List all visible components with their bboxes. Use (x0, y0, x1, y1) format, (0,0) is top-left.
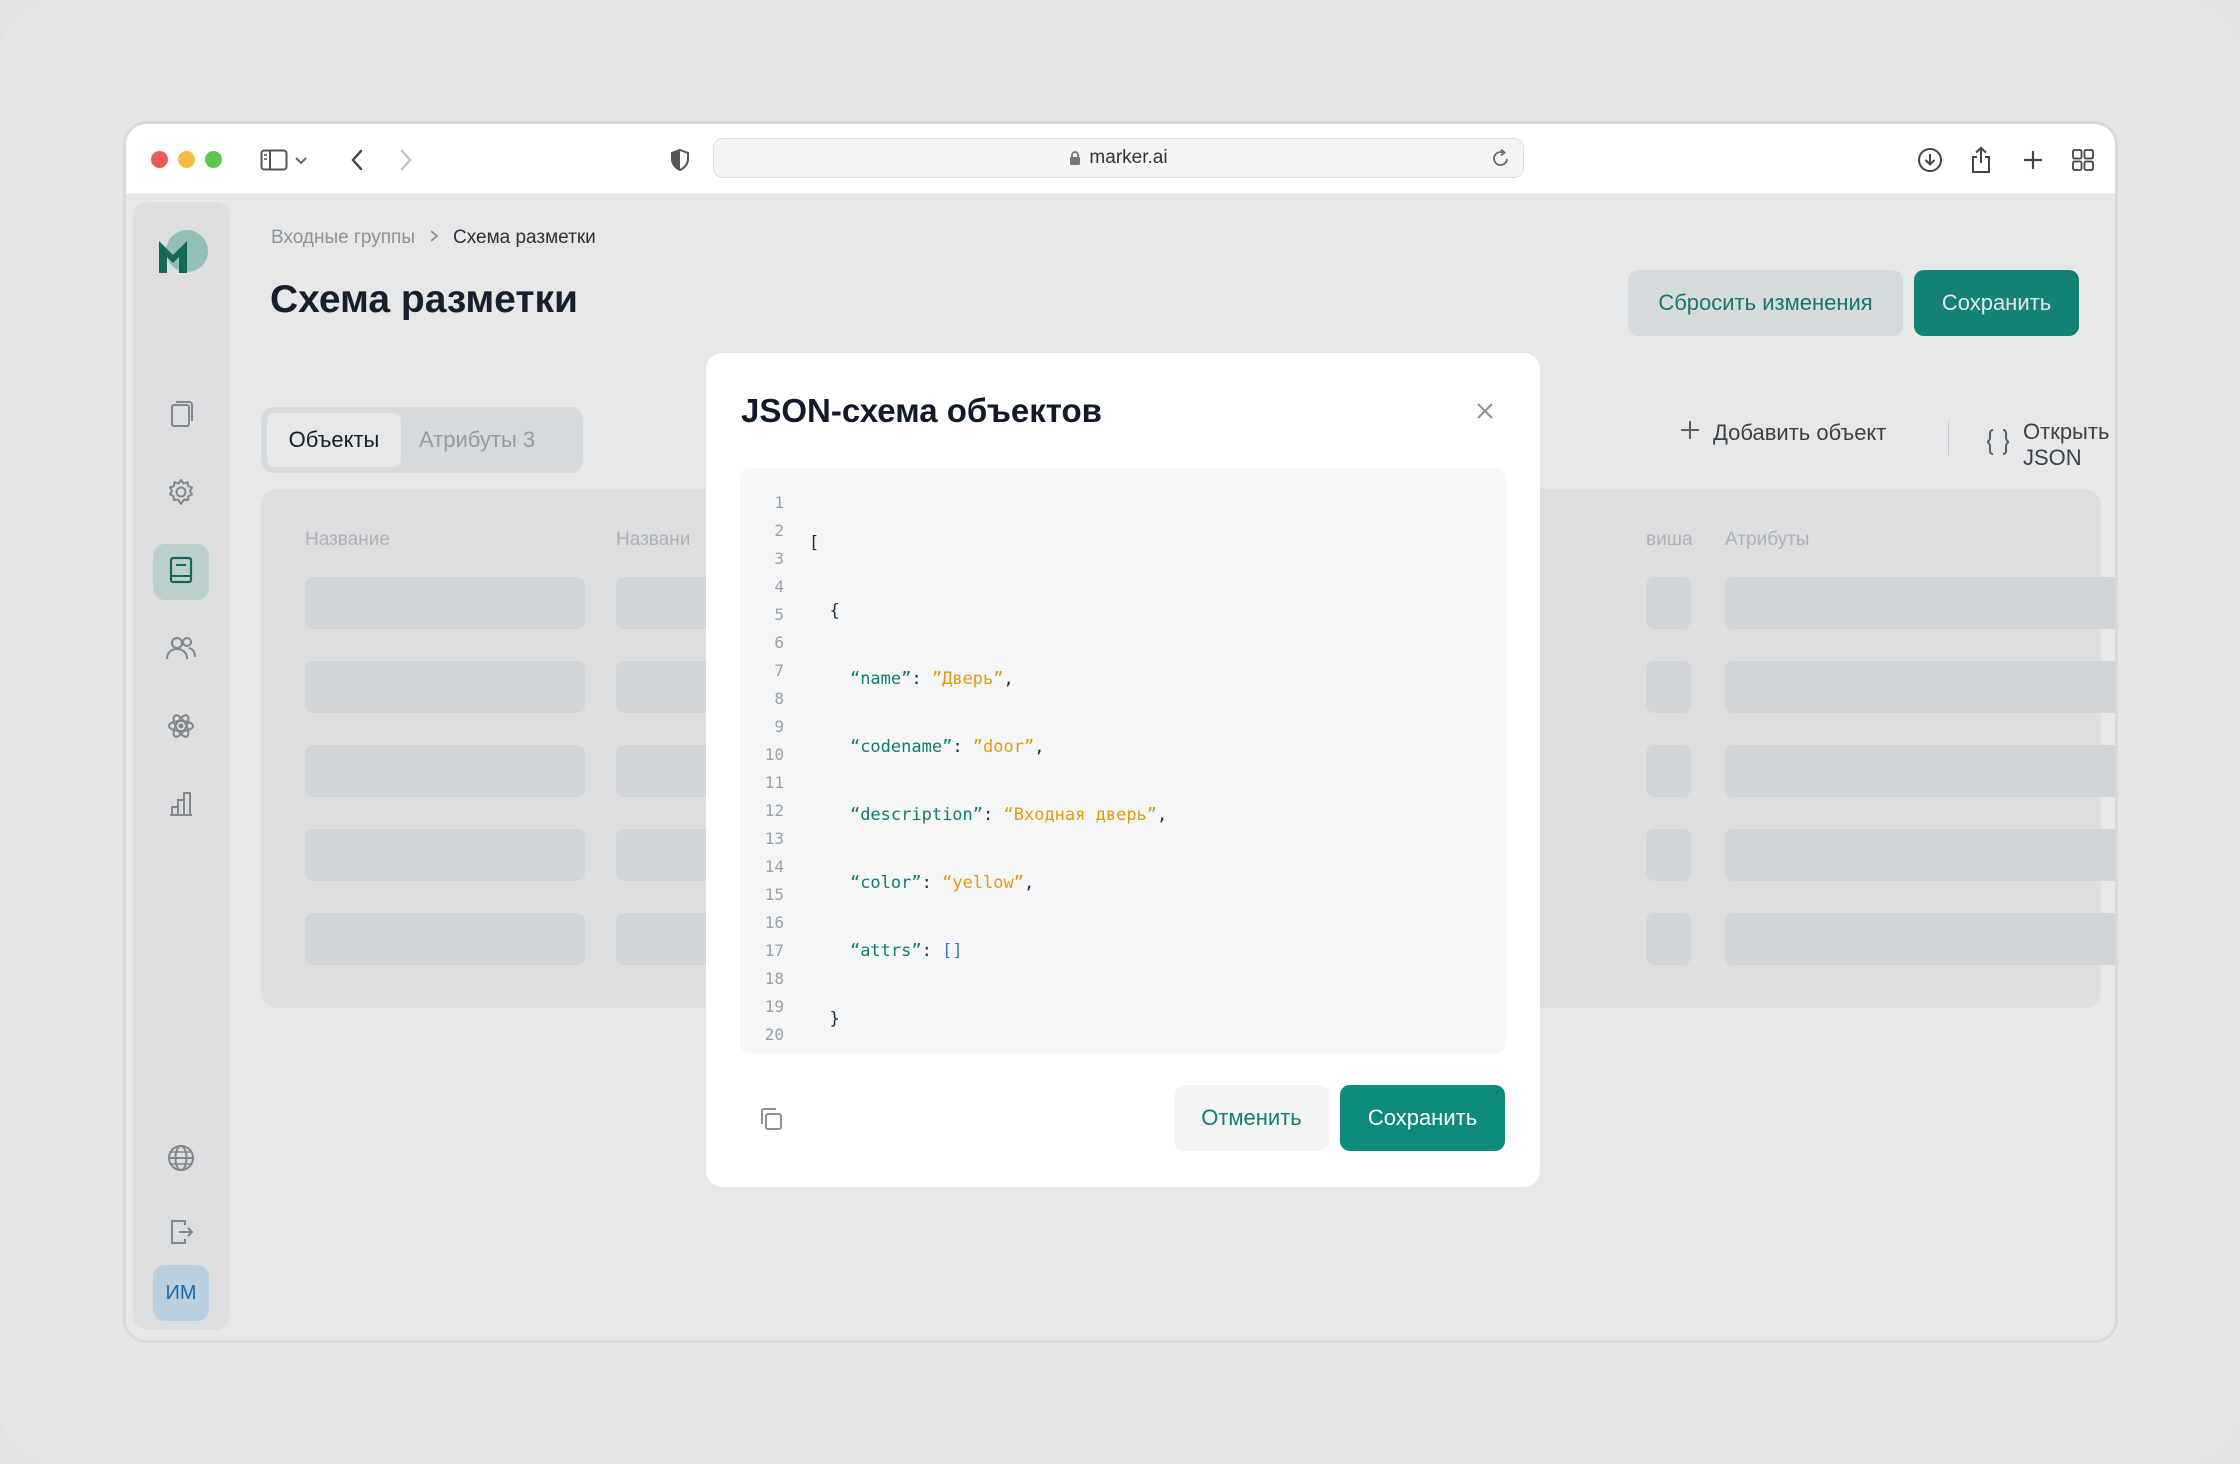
modal-title: JSON-схема объектов (741, 392, 1102, 429)
maximize-window-button[interactable] (205, 151, 222, 168)
minimize-window-button[interactable] (178, 151, 195, 168)
code-line: “codename”: ”door”, (849, 737, 1045, 757)
back-icon[interactable] (339, 142, 375, 178)
browser-toolbar: marker.ai (126, 124, 2115, 194)
lock-icon (1069, 150, 1081, 166)
code-line: “description”: “Входная дверь”, (849, 805, 1168, 825)
close-icon[interactable] (1471, 397, 1499, 425)
cancel-button[interactable]: Отменить (1174, 1085, 1329, 1151)
address-bar[interactable]: marker.ai (713, 138, 1524, 178)
share-icon[interactable] (1963, 142, 1999, 178)
code-line: “color”: “yellow”, (849, 873, 1035, 893)
code-line: “attrs”: [] (849, 941, 963, 961)
sidebar-toggle-icon[interactable] (256, 142, 292, 178)
device-frame: marker.ai ИМ Входные группы Схема размет… (0, 0, 2240, 1464)
plus-icon[interactable] (2015, 142, 2051, 178)
url-text: marker.ai (1089, 147, 1168, 168)
download-icon[interactable] (1912, 142, 1948, 178)
json-schema-modal: JSON-схема объектов 1 2 3 4 5 6 7 8 9 10… (706, 353, 1540, 1187)
line-numbers: 1 2 3 4 5 6 7 8 9 10 11 12 13 14 15 16 1 (764, 493, 784, 1044)
chevron-down-icon[interactable] (289, 142, 313, 178)
forward-icon[interactable] (388, 142, 424, 178)
code-line: “name”: ”Дверь”, (849, 669, 1014, 689)
copy-icon[interactable] (756, 1104, 786, 1134)
browser-window: marker.ai ИМ Входные группы Схема размет… (123, 121, 2118, 1343)
code-content: [ { “name”: ”Дверь”, “codename”: ”door”,… (809, 489, 1167, 1053)
reload-icon[interactable] (1491, 147, 1511, 169)
json-editor[interactable]: 1 2 3 4 5 6 7 8 9 10 11 12 13 14 15 16 1 (740, 468, 1506, 1053)
close-window-button[interactable] (151, 151, 168, 168)
code-line: [ (809, 533, 820, 553)
tabs-grid-icon[interactable] (2065, 142, 2101, 178)
code-line: { (829, 601, 840, 621)
modal-save-button[interactable]: Сохранить (1340, 1085, 1505, 1151)
shield-icon[interactable] (662, 142, 698, 178)
code-line: } (829, 1009, 840, 1029)
